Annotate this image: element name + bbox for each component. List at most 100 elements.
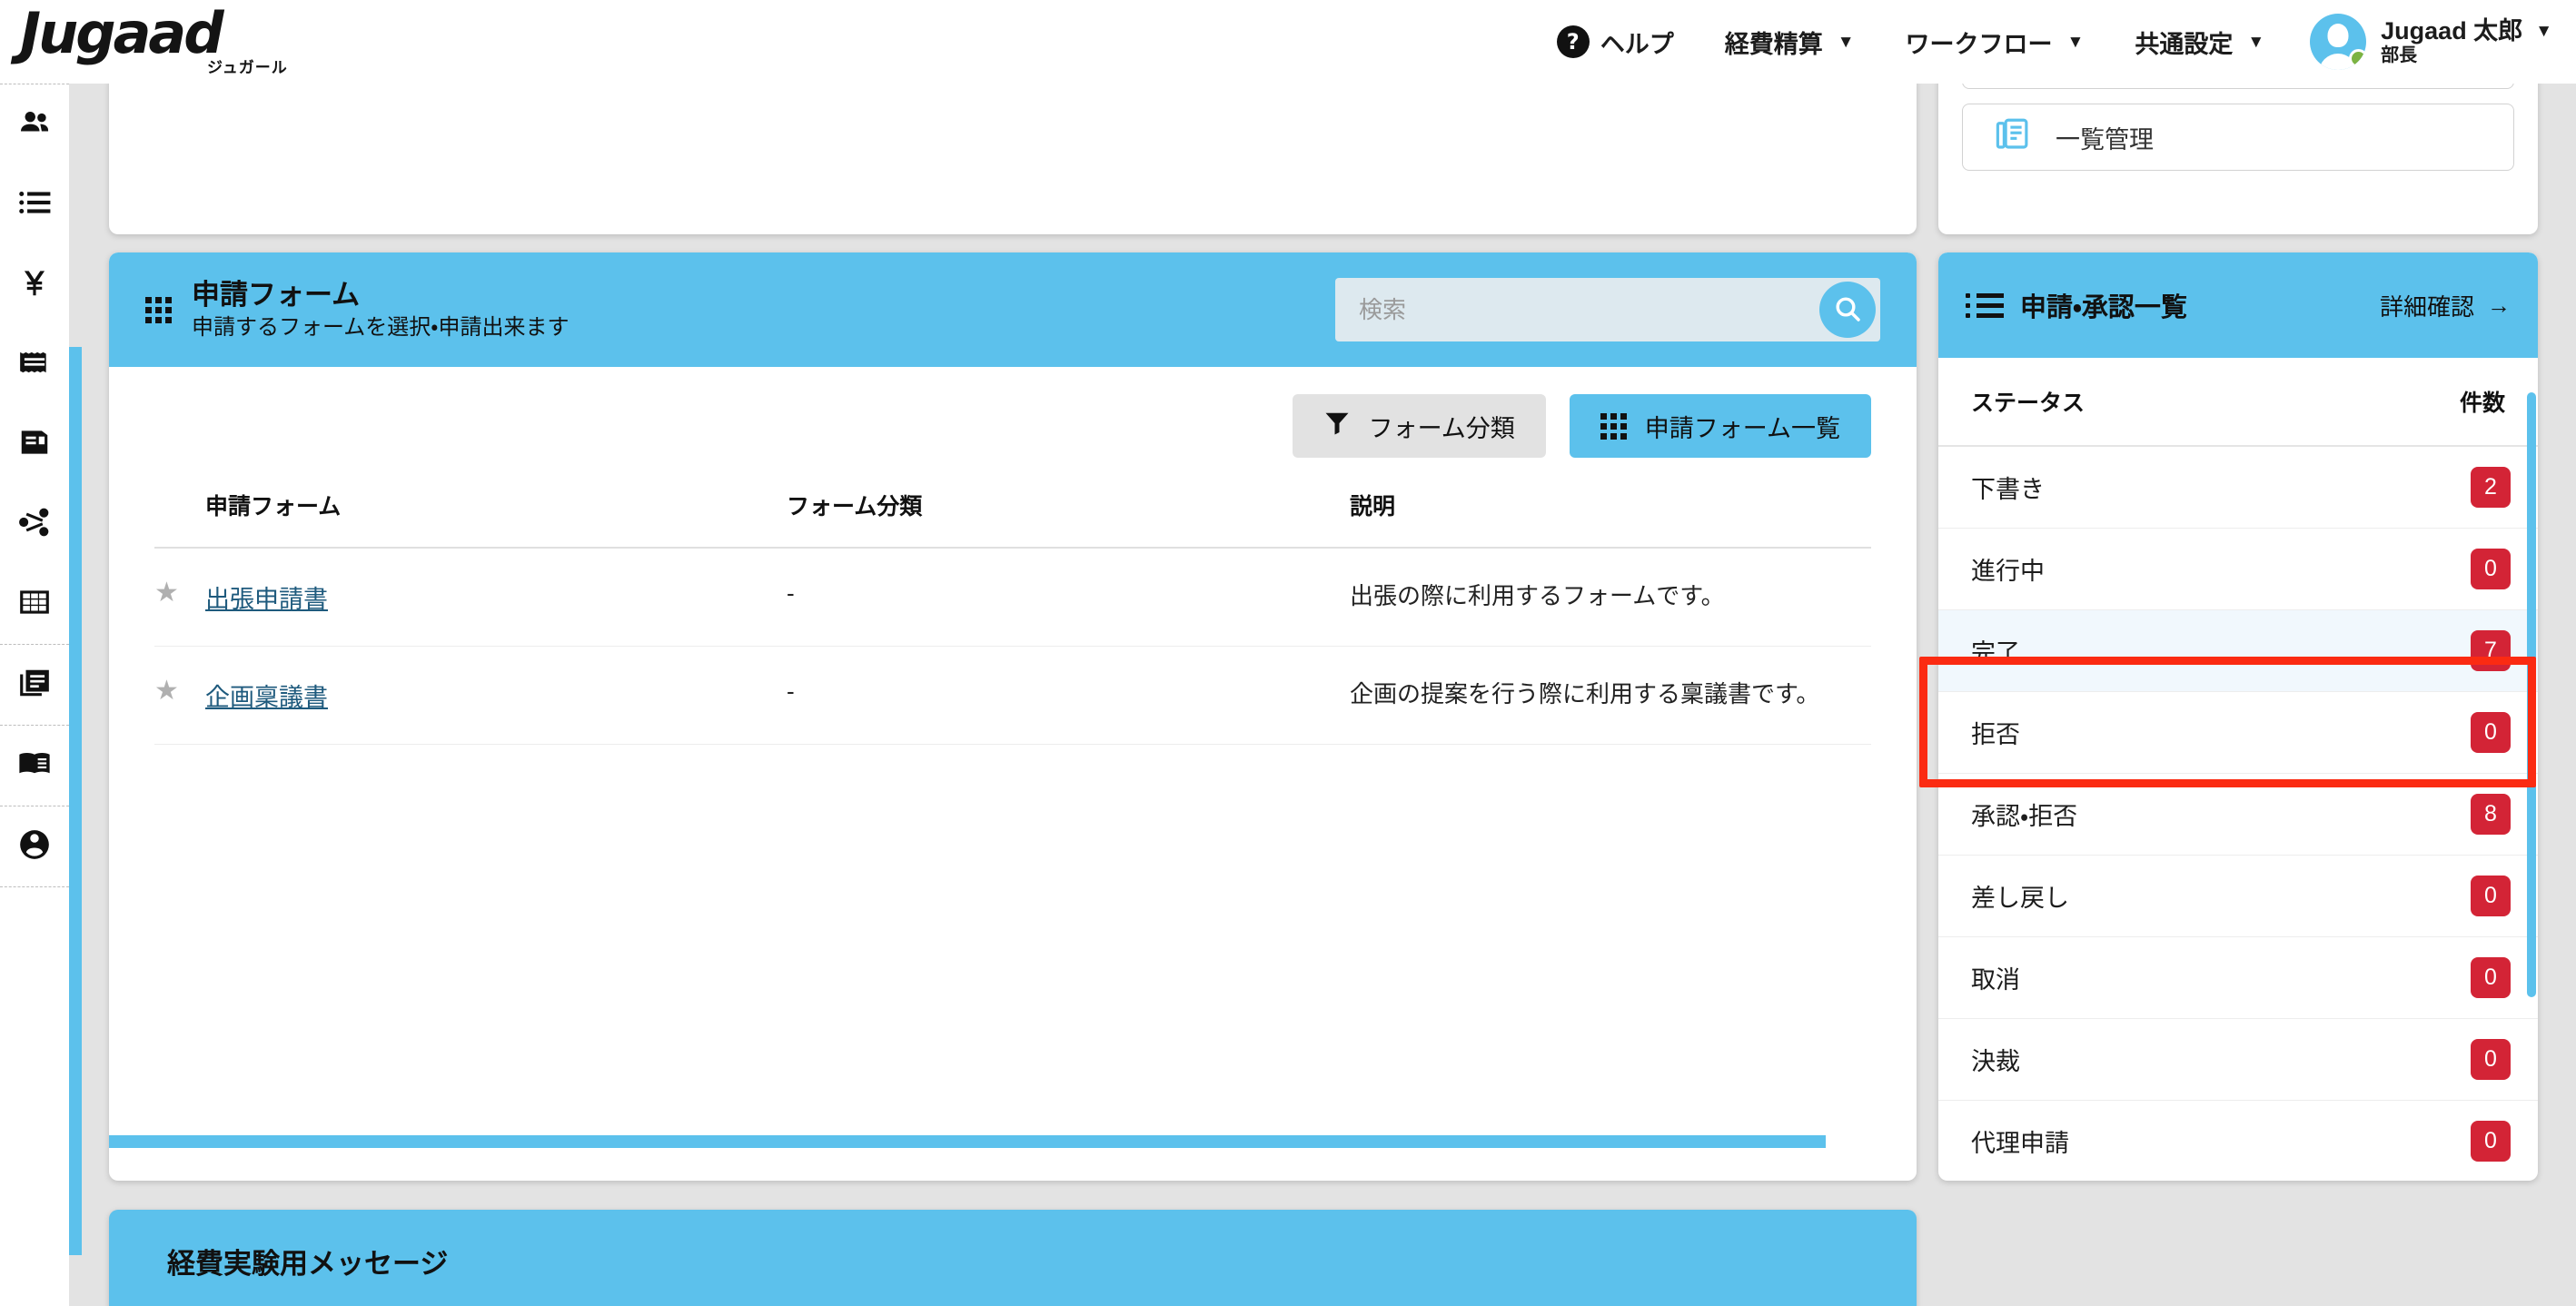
status-header-row: ステータス 件数 bbox=[1938, 358, 2538, 447]
status-row-rejected[interactable]: 拒否 0 bbox=[1938, 691, 2538, 774]
status-badge: 0 bbox=[2471, 1121, 2511, 1162]
favorite-star-cell[interactable]: ★ bbox=[154, 548, 205, 647]
status-badge: 0 bbox=[2471, 549, 2511, 589]
table-row[interactable]: ★ 企画稟議書 - 企画の提案を行う際に利用する稟議書です。 bbox=[154, 646, 1871, 745]
user-role-label: 部長 bbox=[2381, 45, 2418, 66]
forms-header-row: 申請フォーム フォーム分類 説明 bbox=[154, 489, 1871, 549]
status-label: 下書き bbox=[1938, 446, 2309, 529]
sidebar-item-book[interactable] bbox=[0, 726, 69, 806]
sidebar-item-table[interactable] bbox=[0, 564, 69, 644]
application-form-titles: 申請フォーム 申請するフォームを選択・申請出来ます bbox=[192, 281, 569, 339]
form-name-cell: 出張申請書 bbox=[205, 548, 787, 647]
page-canvas: 一覧管理 申請フォーム 申請するフォームを選択・申請出来ます 検索 フォーム分類… bbox=[69, 84, 2576, 1306]
nav-help[interactable]: ? ヘルプ bbox=[1531, 25, 1699, 60]
sidebar-item-receipt[interactable] bbox=[0, 324, 69, 404]
list-management-label: 一覧管理 bbox=[2056, 125, 2154, 153]
nav-workflow[interactable]: ワークフロー ▼ bbox=[1880, 25, 2110, 60]
page-subtitle: 申請するフォームを選択・申請出来ます bbox=[192, 314, 570, 340]
form-description-text: 企画の提案を行う際に利用する稟議書です。 bbox=[1350, 680, 1820, 707]
sidebar-item-share[interactable] bbox=[0, 484, 69, 564]
avatar bbox=[2310, 14, 2367, 70]
star-icon[interactable]: ★ bbox=[154, 578, 179, 608]
status-badge: 7 bbox=[2471, 630, 2511, 671]
receipt-icon bbox=[17, 345, 52, 384]
user-menu[interactable]: Jugaad 太郎 ▼ 部長 bbox=[2290, 14, 2558, 70]
status-label: 完了 bbox=[1938, 609, 2309, 692]
sidebar-rail bbox=[0, 84, 69, 1306]
book-icon bbox=[17, 747, 52, 786]
filter-icon bbox=[1323, 410, 1351, 443]
rail-group-4 bbox=[0, 806, 69, 887]
table-row[interactable]: ★ 出張申請書 - 出張の際に利用するフォームです。 bbox=[154, 548, 1871, 647]
status-col-count: 件数 bbox=[2308, 358, 2538, 447]
forms-col-category: フォーム分類 bbox=[787, 489, 1350, 549]
status-badge: 0 bbox=[2471, 957, 2511, 998]
form-link[interactable]: 企画稟議書 bbox=[205, 684, 328, 711]
user-identity: Jugaad 太郎 ▼ 部長 bbox=[2381, 17, 2552, 66]
top-navigation: ? ヘルプ 経費精算 ▼ ワークフロー ▼ 共通設定 ▼ Jugaad 太郎 ▼ bbox=[1531, 0, 2558, 84]
status-row-proxy[interactable]: 代理申請 0 bbox=[1938, 1100, 2538, 1181]
application-form-card: 申請フォーム 申請するフォームを選択・申請出来ます フォーム分類 bbox=[109, 252, 1917, 1181]
forms-col-description: 説明 bbox=[1350, 489, 1871, 549]
bottom-card: 経費実験用メッセージ bbox=[109, 1210, 1917, 1306]
sidebar-item-yen[interactable] bbox=[0, 244, 69, 324]
nav-help-label: ヘルプ bbox=[1600, 30, 1674, 58]
nav-expense[interactable]: 経費精算 ▼ bbox=[1699, 25, 1880, 60]
application-form-body: フォーム分類 申請フォーム一覧 申請フォーム フォーム分類 説明 ★ 出張申請書… bbox=[109, 367, 1917, 1181]
status-row-in-progress[interactable]: 進行中 0 bbox=[1938, 528, 2538, 610]
sidebar-accent-bar bbox=[69, 347, 82, 1255]
status-row-completed[interactable]: 完了 7 bbox=[1938, 609, 2538, 692]
status-count-cell: 0 bbox=[2308, 936, 2538, 1019]
horizontal-scrollbar[interactable] bbox=[109, 1135, 1826, 1148]
search-button[interactable] bbox=[1819, 282, 1876, 338]
search-icon bbox=[1833, 294, 1862, 326]
status-row-draft[interactable]: 下書き 2 bbox=[1938, 446, 2538, 529]
status-row-returned[interactable]: 差し戻し 0 bbox=[1938, 855, 2538, 937]
status-count-cell: 2 bbox=[2308, 446, 2538, 529]
status-badge: 0 bbox=[2471, 1039, 2511, 1080]
favorite-star-cell[interactable]: ★ bbox=[154, 646, 205, 745]
online-status-icon bbox=[2349, 49, 2367, 68]
form-name-cell: 企画稟議書 bbox=[205, 646, 787, 745]
status-row-decision[interactable]: 決裁 0 bbox=[1938, 1018, 2538, 1101]
list-management-button[interactable]: 一覧管理 bbox=[1962, 104, 2514, 171]
status-count-cell: 0 bbox=[2308, 528, 2538, 610]
status-badge: 0 bbox=[2471, 876, 2511, 916]
form-category-label: フォーム分類 bbox=[1368, 414, 1515, 442]
sidebar-item-invoice[interactable] bbox=[0, 404, 69, 484]
shortcut-stub[interactable] bbox=[1962, 84, 2514, 89]
nav-workflow-label: ワークフロー bbox=[1905, 30, 2053, 58]
grid-icon bbox=[1600, 412, 1627, 440]
form-category-cell: - bbox=[787, 646, 1350, 745]
detail-confirm-link[interactable]: 詳細確認 → bbox=[2380, 289, 2511, 322]
status-row-cancelled[interactable]: 取消 0 bbox=[1938, 936, 2538, 1019]
chevron-down-icon: ▼ bbox=[1837, 32, 1855, 52]
form-category-button[interactable]: フォーム分類 bbox=[1292, 394, 1546, 458]
list-icon bbox=[17, 185, 52, 224]
sidebar-item-group[interactable] bbox=[0, 806, 69, 886]
status-scrollbar[interactable] bbox=[2527, 392, 2536, 997]
sidebar-item-documents[interactable] bbox=[0, 645, 69, 725]
user-name-label: Jugaad 太郎 bbox=[2381, 16, 2523, 45]
status-label: 差し戻し bbox=[1938, 855, 2309, 937]
status-label: 進行中 bbox=[1938, 528, 2309, 610]
star-icon[interactable]: ★ bbox=[154, 676, 179, 706]
form-link[interactable]: 出張申請書 bbox=[205, 586, 328, 613]
search-input[interactable] bbox=[1335, 295, 1819, 324]
documents-icon bbox=[17, 666, 52, 705]
status-count-cell: 8 bbox=[2308, 773, 2538, 856]
brand-subtitle: ジュガール bbox=[207, 59, 288, 76]
chevron-down-icon: ▼ bbox=[2535, 21, 2552, 41]
list-icon bbox=[1966, 292, 2004, 318]
brand-logo[interactable]: Jugaad ジュガール bbox=[15, 2, 342, 80]
status-count-cell: 0 bbox=[2308, 691, 2538, 774]
sidebar-item-list[interactable] bbox=[0, 164, 69, 244]
status-col-label: ステータス bbox=[1938, 358, 2309, 447]
form-list-button[interactable]: 申請フォーム一覧 bbox=[1569, 394, 1871, 458]
users-icon bbox=[17, 105, 52, 144]
nav-common-settings[interactable]: 共通設定 ▼ bbox=[2109, 25, 2290, 60]
status-row-approve-reject[interactable]: 承認・拒否 8 bbox=[1938, 773, 2538, 856]
sidebar-item-users[interactable] bbox=[0, 84, 69, 164]
chevron-down-icon: ▼ bbox=[2247, 32, 2265, 52]
scrolled-card bbox=[109, 84, 1917, 234]
